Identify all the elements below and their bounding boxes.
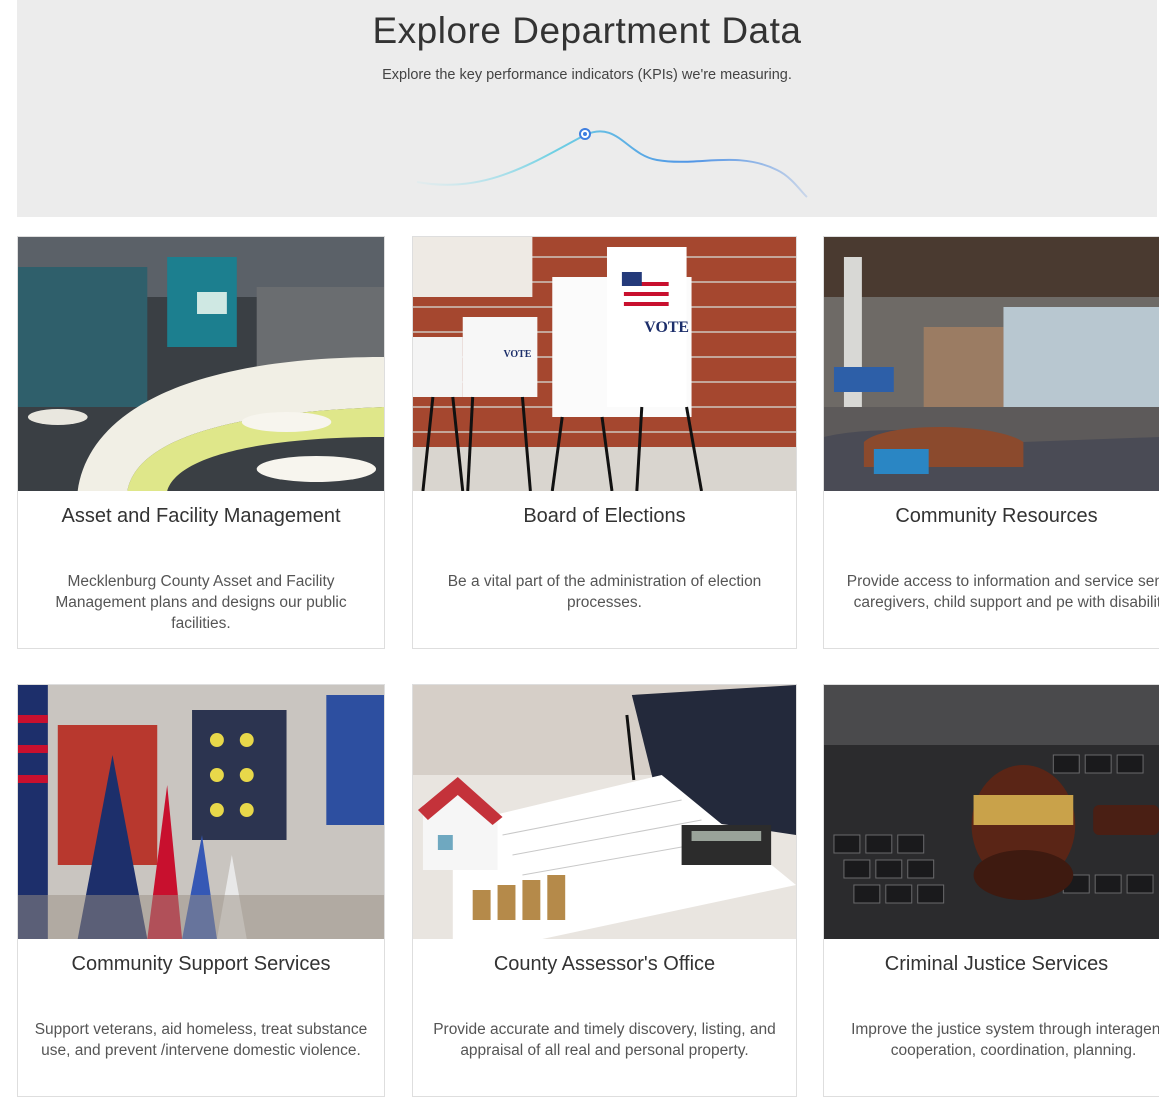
- card-title: Asset and Facility Management: [61, 505, 341, 527]
- card-image: [824, 237, 1159, 491]
- page-subtitle: Explore the key performance indicators (…: [382, 67, 792, 83]
- card-title: Community Support Services: [71, 953, 331, 975]
- card-description: Improve the justice system through inter…: [851, 1021, 1159, 1059]
- svg-text:VOTE: VOTE: [503, 349, 531, 360]
- card-description: Mecklenburg County Asset and Facility Ma…: [55, 573, 347, 632]
- wave-decoration: [416, 128, 808, 198]
- page-title: Explore Department Data: [372, 10, 802, 51]
- card-county-assessors-office[interactable]: County Assessor's Office Provide accurat…: [412, 684, 797, 1097]
- card-description: Provide accurate and timely discovery, l…: [433, 1021, 776, 1059]
- card-board-of-elections[interactable]: VOTE VOTE Board of Elections Be a vital …: [412, 236, 797, 649]
- card-title: Board of Elections: [523, 505, 686, 527]
- card-description: Support veterans, aid homeless, treat su…: [34, 1021, 368, 1059]
- card-community-resources[interactable]: Community Resources Provide access to in…: [823, 236, 1159, 649]
- hero-banner: Explore Department Data Explore the key …: [17, 0, 1157, 217]
- card-image: VOTE VOTE: [413, 237, 796, 491]
- card-description: Provide access to information and servic…: [846, 573, 1159, 611]
- card-asset-facility-management[interactable]: Asset and Facility Management Mecklenbur…: [17, 236, 385, 649]
- card-criminal-justice-services[interactable]: Criminal Justice Services Improve the ju…: [823, 684, 1159, 1097]
- card-title: Community Resources: [895, 505, 1098, 527]
- card-image: [18, 685, 384, 939]
- card-image: [824, 685, 1159, 939]
- card-image: [413, 685, 796, 939]
- card-title: County Assessor's Office: [493, 953, 716, 975]
- card-image: [18, 237, 384, 491]
- card-community-support-services[interactable]: Community Support Services Support veter…: [17, 684, 385, 1097]
- card-title: Criminal Justice Services: [884, 953, 1109, 975]
- svg-text:VOTE: VOTE: [644, 319, 689, 336]
- card-description: Be a vital part of the administration of…: [447, 573, 762, 611]
